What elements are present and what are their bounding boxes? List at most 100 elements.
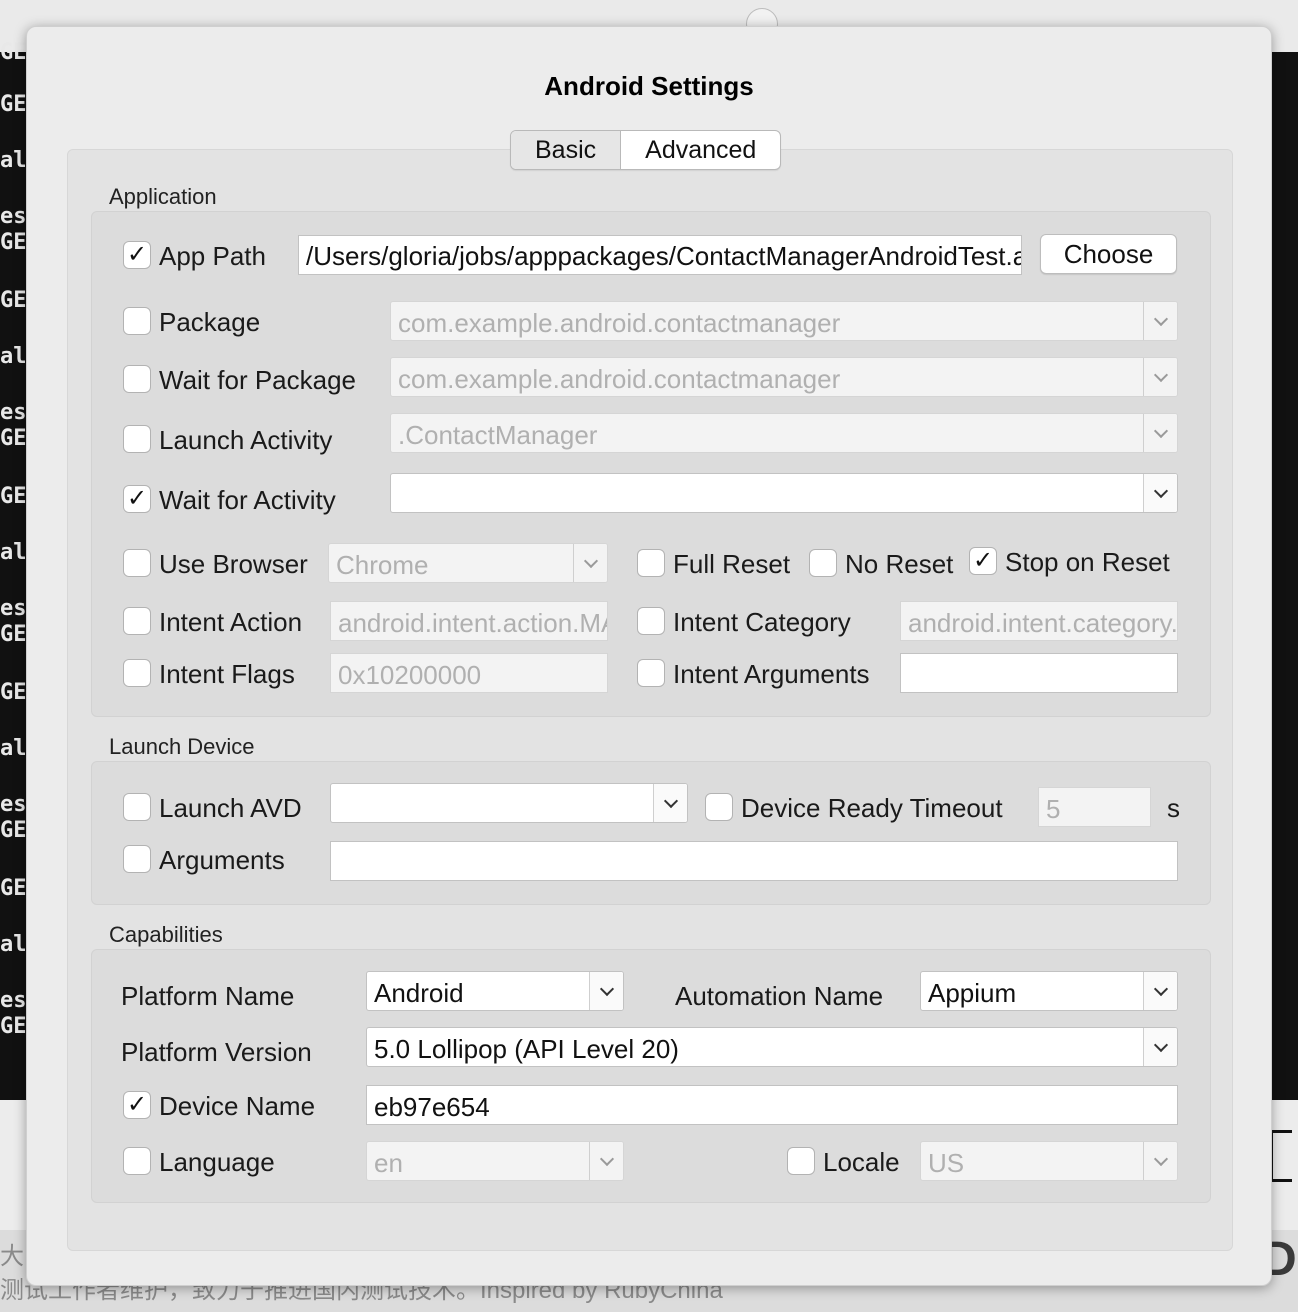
terminal-line: al: [0, 736, 27, 761]
wait-for-package-label: Wait for Package: [159, 365, 357, 395]
terminal-line: GE: [0, 484, 27, 509]
intent-arguments-label: Intent Arguments: [673, 659, 870, 689]
launch-activity-combo[interactable]: .ContactManager: [390, 413, 1178, 453]
terminal-line: es: [0, 400, 27, 425]
package-value: com.example.android.contactmanager: [398, 308, 841, 338]
chevron-down-icon[interactable]: [1143, 358, 1177, 396]
intent-category-input[interactable]: android.intent.category.LAUNCHER: [900, 601, 1178, 641]
app-path-checkbox[interactable]: ✓: [123, 241, 151, 269]
intent-action-label: Intent Action: [159, 607, 303, 637]
chevron-down-icon[interactable]: [589, 972, 623, 1010]
no-reset-checkbox[interactable]: [809, 549, 837, 577]
wait-for-package-value: com.example.android.contactmanager: [398, 364, 841, 394]
application-group: [91, 211, 1211, 717]
capabilities-group-label: Capabilities: [109, 922, 223, 947]
chevron-down-icon[interactable]: [1143, 972, 1177, 1010]
launch-activity-checkbox[interactable]: [123, 425, 151, 453]
intent-arguments-input[interactable]: [900, 653, 1178, 693]
package-checkbox[interactable]: [123, 307, 151, 335]
wait-for-activity-checkbox[interactable]: ✓: [123, 485, 151, 513]
automation-name-combo[interactable]: Appium: [920, 971, 1178, 1011]
terminal-line: es: [0, 204, 27, 229]
platform-version-label: Platform Version: [121, 1037, 312, 1067]
wait-for-package-checkbox[interactable]: [123, 365, 151, 393]
device-name-input[interactable]: eb97e654: [366, 1085, 1178, 1125]
terminal-line: GE: [0, 230, 27, 255]
terminal-line: es: [0, 792, 27, 817]
terminal-line: GE: [0, 818, 27, 843]
dialog-title: Android Settings: [544, 71, 754, 101]
trash-icon: [1270, 1130, 1292, 1182]
chevron-down-icon[interactable]: [1143, 1028, 1177, 1066]
intent-category-label: Intent Category: [673, 607, 851, 637]
terminal-line: al: [0, 148, 27, 173]
language-checkbox[interactable]: [123, 1147, 151, 1175]
terminal-line: al: [0, 540, 27, 565]
terminal-line: GE: [0, 92, 27, 117]
intent-flags-input[interactable]: 0x10200000: [330, 653, 608, 693]
device-ready-timeout-input[interactable]: 5: [1038, 787, 1151, 827]
choose-button[interactable]: Choose: [1040, 234, 1177, 274]
app-path-input[interactable]: /Users/gloria/jobs/apppackages/ContactMa…: [298, 235, 1022, 275]
locale-value: US: [928, 1148, 965, 1178]
terminal-line: GE: [0, 40, 27, 65]
android-settings-popover: Android Settings Basic Advanced Applicat…: [26, 26, 1272, 1286]
tab-basic[interactable]: Basic: [511, 131, 622, 169]
wait-for-activity-combo[interactable]: [390, 473, 1178, 513]
device-ready-timeout-checkbox[interactable]: [705, 793, 733, 821]
platform-name-combo[interactable]: Android: [366, 971, 624, 1011]
arguments-label: Arguments: [159, 845, 285, 875]
chevron-down-icon[interactable]: [573, 544, 607, 582]
terminal-line: GE: [0, 876, 27, 901]
launch-activity-label: Launch Activity: [159, 425, 333, 455]
chevron-down-icon[interactable]: [1143, 302, 1177, 340]
intent-arguments-checkbox[interactable]: [637, 659, 665, 687]
arguments-checkbox[interactable]: [123, 845, 151, 873]
avd-combo[interactable]: [330, 783, 688, 823]
footer-text-line1: 大: [0, 1243, 24, 1270]
chevron-down-icon[interactable]: [653, 784, 687, 822]
wait-for-package-combo[interactable]: com.example.android.contactmanager: [390, 357, 1178, 397]
intent-action-input[interactable]: android.intent.action.MAIN: [330, 601, 608, 641]
browser-combo[interactable]: Chrome: [328, 543, 608, 583]
automation-name-label: Automation Name: [675, 981, 884, 1011]
intent-action-checkbox[interactable]: [123, 607, 151, 635]
locale-checkbox[interactable]: [787, 1147, 815, 1175]
launch-avd-checkbox[interactable]: [123, 793, 151, 821]
platform-name-value: Android: [374, 978, 464, 1008]
stop-on-reset-checkbox[interactable]: ✓: [969, 547, 997, 575]
timeout-unit-label: s: [1167, 793, 1180, 823]
chevron-down-icon[interactable]: [1143, 474, 1177, 512]
settings-tabs: Basic Advanced: [510, 130, 782, 170]
chevron-down-icon[interactable]: [589, 1142, 623, 1180]
chevron-down-icon[interactable]: [1143, 1142, 1177, 1180]
package-combo[interactable]: com.example.android.contactmanager: [390, 301, 1178, 341]
locale-combo[interactable]: US: [920, 1141, 1178, 1181]
platform-version-combo[interactable]: 5.0 Lollipop (API Level 20): [366, 1027, 1178, 1067]
launch-activity-value: .ContactManager: [398, 420, 598, 450]
intent-category-checkbox[interactable]: [637, 607, 665, 635]
popover-arrow: [653, 29, 701, 53]
wait-for-activity-label: Wait for Activity: [159, 485, 336, 515]
terminal-line: GE: [0, 622, 27, 647]
locale-label: Locale: [823, 1147, 900, 1177]
arguments-input[interactable]: [330, 841, 1178, 881]
intent-flags-checkbox[interactable]: [123, 659, 151, 687]
use-browser-checkbox[interactable]: [123, 549, 151, 577]
language-combo[interactable]: en: [366, 1141, 624, 1181]
device-name-checkbox[interactable]: ✓: [123, 1091, 151, 1119]
tab-advanced[interactable]: Advanced: [621, 131, 780, 169]
full-reset-label: Full Reset: [673, 549, 791, 579]
application-group-label: Application: [109, 184, 217, 209]
no-reset-label: No Reset: [845, 549, 954, 579]
browser-value: Chrome: [336, 550, 429, 580]
platform-version-value: 5.0 Lollipop (API Level 20): [374, 1034, 679, 1064]
package-label: Package: [159, 307, 261, 337]
terminal-line: al: [0, 932, 27, 957]
app-path-label: App Path: [159, 241, 266, 271]
full-reset-checkbox[interactable]: [637, 549, 665, 577]
chevron-down-icon[interactable]: [1143, 414, 1177, 452]
terminal-line: GE: [0, 1014, 27, 1039]
intent-flags-label: Intent Flags: [159, 659, 295, 689]
device-name-label: Device Name: [159, 1091, 316, 1121]
